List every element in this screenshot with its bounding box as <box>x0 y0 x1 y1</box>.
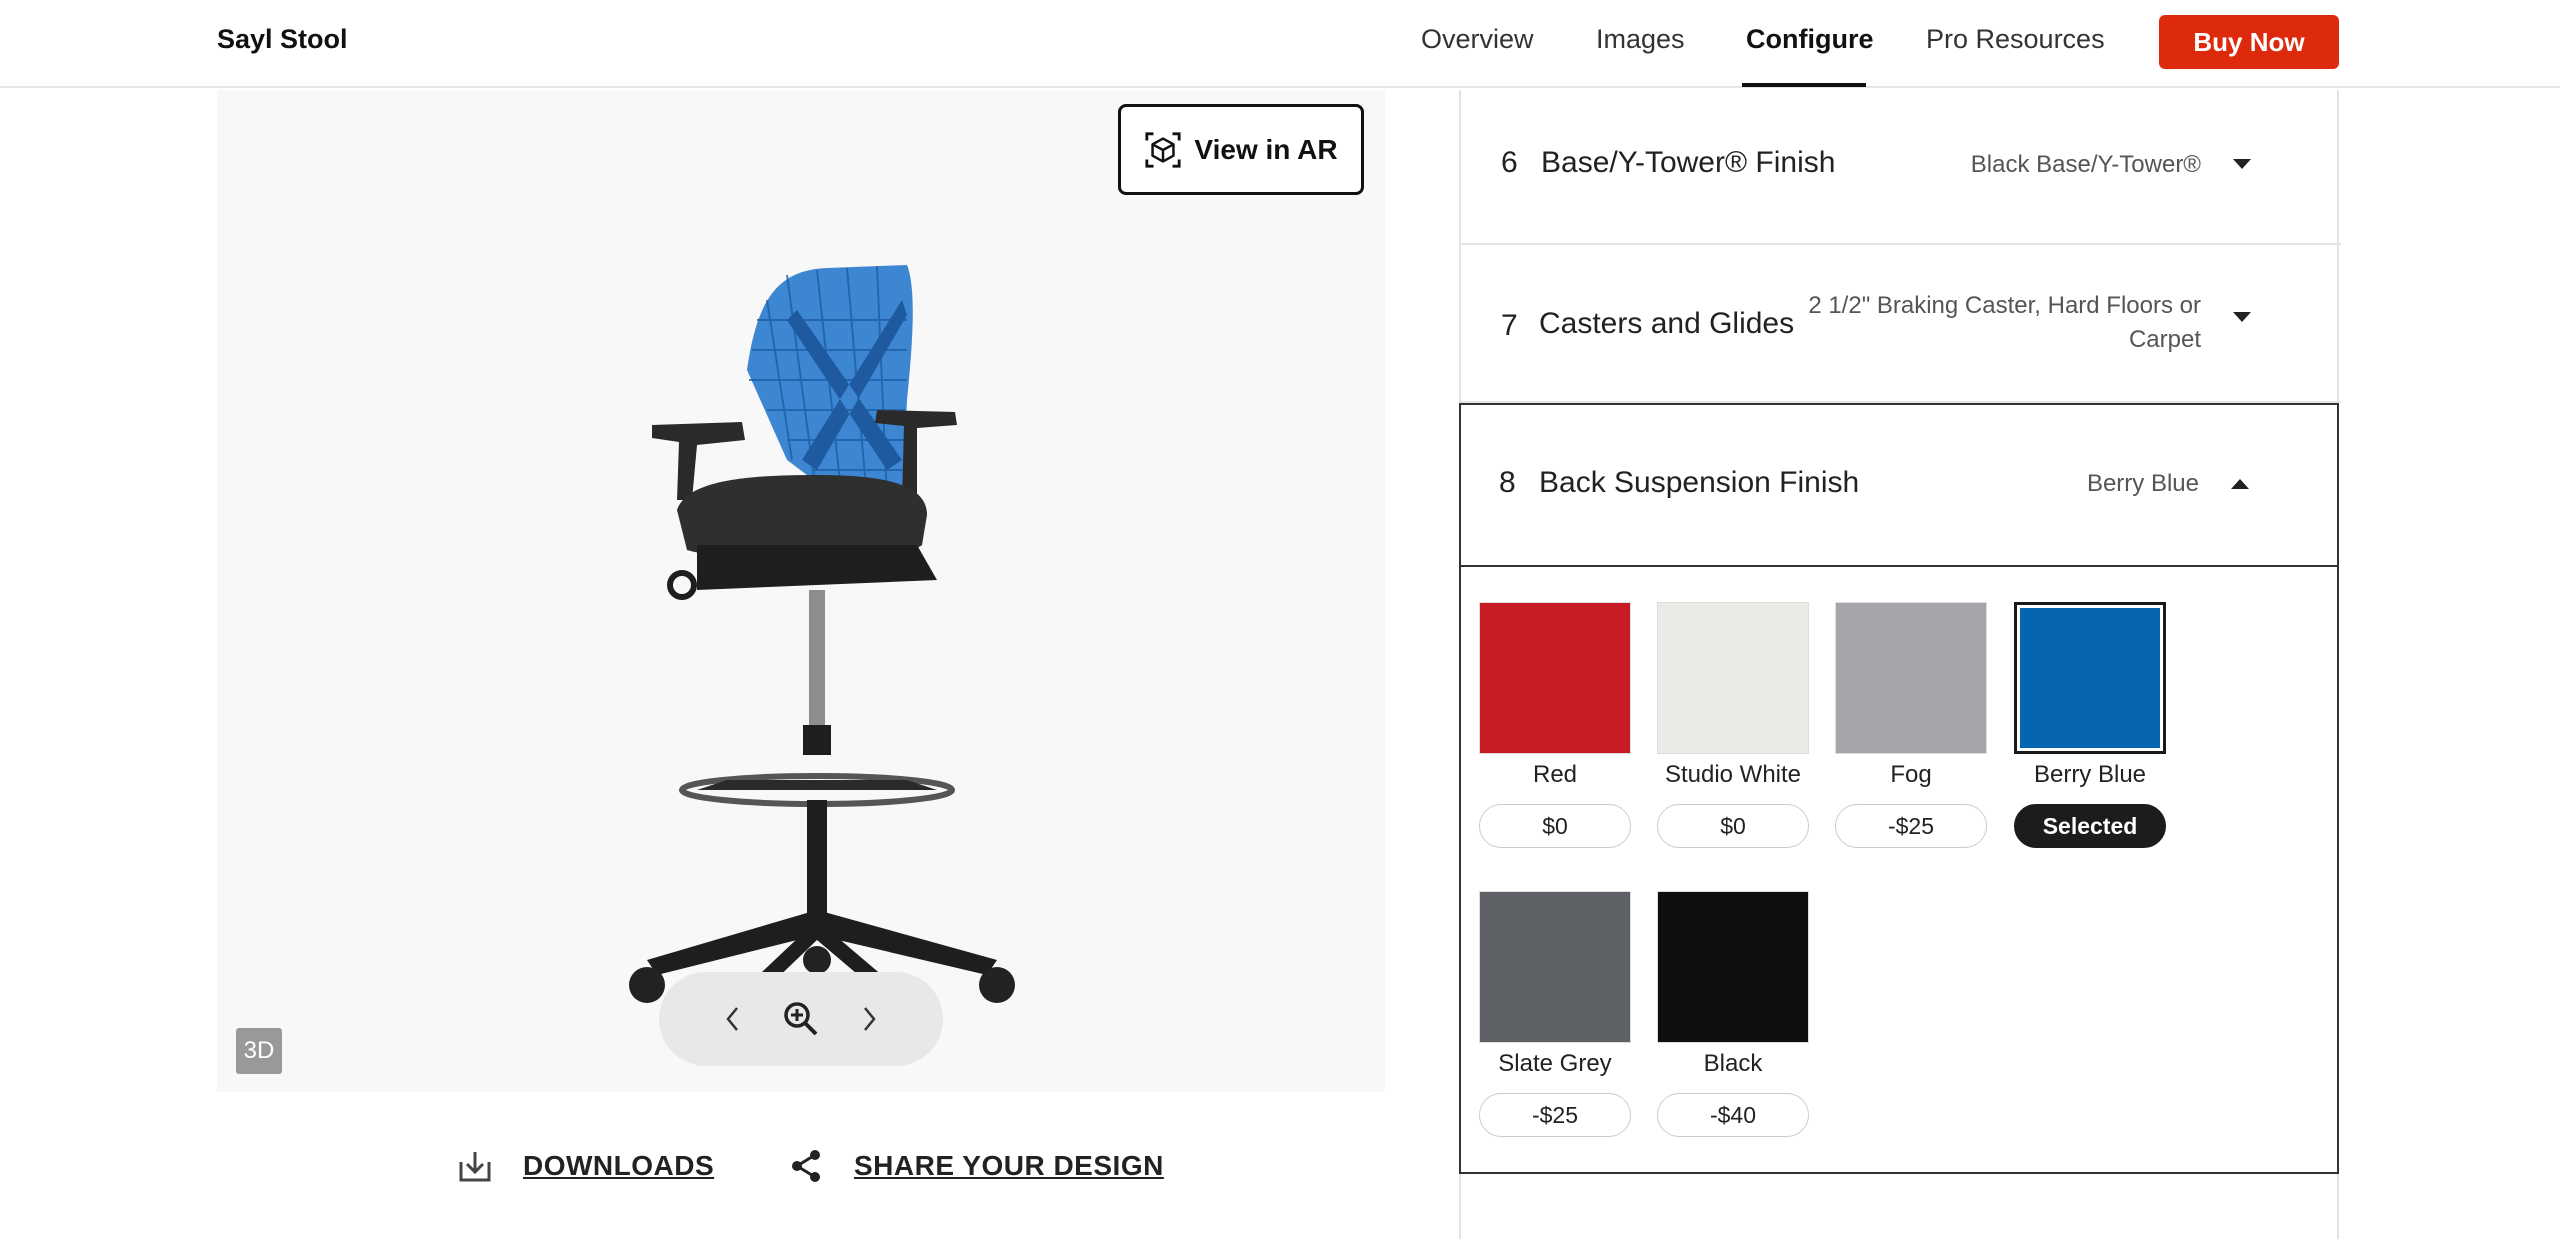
option-row-casters[interactable]: 7 Casters and Glides 2 1/2" Braking Cast… <box>1461 245 2341 403</box>
swatch-price: $0 <box>1479 804 1631 848</box>
caret-down-icon[interactable] <box>2233 312 2251 322</box>
3d-badge[interactable]: 3D <box>236 1028 282 1074</box>
download-icon <box>459 1152 491 1182</box>
swatch-chip[interactable] <box>1479 602 1631 754</box>
swatch-fill <box>2020 608 2160 748</box>
swatch-price: -$25 <box>1835 804 1987 848</box>
swatch-name: Black <box>1703 1050 1763 1077</box>
option-value: Berry Blue <box>2086 470 2199 497</box>
viewer-controls <box>659 972 943 1066</box>
swatch-name: Studio White <box>1664 761 1802 788</box>
product-name: Sayl Stool <box>217 24 348 54</box>
option-value: Black Base/Y-Tower® <box>1970 151 2201 178</box>
option-title: Base/Y-Tower® Finish <box>1541 146 1836 179</box>
chevron-right-icon[interactable] <box>849 999 889 1039</box>
tab-images[interactable]: Images <box>1596 24 1685 55</box>
zoom-in-icon[interactable] <box>781 999 821 1039</box>
swatch-red[interactable]: Red $0 <box>1479 602 1631 848</box>
swatch-name: Slate Grey <box>1498 1050 1612 1077</box>
tab-configure[interactable]: Configure <box>1746 24 1874 55</box>
share-design-label: SHARE YOUR DESIGN <box>854 1150 1164 1181</box>
option-title: Back Suspension Finish <box>1539 466 1860 499</box>
swatch-price: -$40 <box>1657 1093 1809 1137</box>
ar-cube-icon <box>1145 131 1181 168</box>
option-title: Casters and Glides <box>1539 307 1795 340</box>
active-tab-indicator <box>1742 83 1866 87</box>
tab-pro-resources[interactable]: Pro Resources <box>1926 24 2105 55</box>
swatch-name: Red <box>1532 761 1578 788</box>
sayl-stool-image <box>629 265 1015 1030</box>
swatch-price: -$25 <box>1479 1093 1631 1137</box>
swatch-chip[interactable] <box>1657 891 1809 1043</box>
option-number: 7 <box>1501 309 1518 342</box>
swatch-fog[interactable]: Fog -$25 <box>1835 602 1987 848</box>
option-row-back-suspension: 8 Back Suspension Finish Berry Blue Red … <box>1459 403 2339 1174</box>
option-number: 8 <box>1499 466 1516 499</box>
view-in-ar-button[interactable]: View in AR <box>1118 104 1364 195</box>
downloads-link[interactable]: DOWNLOADS <box>457 1148 714 1184</box>
buy-now-button[interactable]: Buy Now <box>2159 15 2339 69</box>
swatch-black[interactable]: Black -$40 <box>1657 891 1809 1137</box>
option-value-line: Carpet <box>2128 326 2201 353</box>
chevron-left-icon[interactable] <box>713 999 753 1039</box>
option-value-line: 2 1/2" Braking Caster, Hard Floors or <box>1808 292 2201 319</box>
option-row-base-finish[interactable]: 6 Base/Y-Tower® Finish Black Base/Y-Towe… <box>1461 90 2341 245</box>
share-design-link[interactable]: SHARE YOUR DESIGN <box>788 1148 1164 1184</box>
swatch-chip[interactable] <box>1835 602 1987 754</box>
tab-overview[interactable]: Overview <box>1421 24 1534 55</box>
caret-down-icon[interactable] <box>2233 159 2251 169</box>
product-viewer[interactable]: View in AR 3D <box>217 90 1385 1092</box>
swatch-berry-blue[interactable]: Berry Blue Selected <box>2014 602 2166 848</box>
swatch-studio-white[interactable]: Studio White $0 <box>1657 602 1809 848</box>
swatch-name: Fog <box>1890 761 1932 788</box>
swatch-slate-grey[interactable]: Slate Grey -$25 <box>1479 891 1631 1137</box>
downloads-label: DOWNLOADS <box>523 1150 715 1181</box>
swatch-chip[interactable] <box>1657 602 1809 754</box>
option-value: 2 1/2" Braking Caster, Hard Floors or Ca… <box>1808 289 2201 357</box>
share-icon <box>792 1150 820 1182</box>
option-number: 6 <box>1501 146 1518 179</box>
ar-button-label: View in AR <box>1194 133 1338 165</box>
swatch-name: Berry Blue <box>2033 761 2147 788</box>
swatch-chip[interactable] <box>1479 891 1631 1043</box>
option-header[interactable]: 8 Back Suspension Finish Berry Blue <box>1461 405 2337 567</box>
swatch-chip-selected[interactable] <box>2014 602 2166 754</box>
top-nav-bar: Sayl Stool Overview Images Configure Pro… <box>0 0 2560 88</box>
swatch-price: $0 <box>1657 804 1809 848</box>
caret-up-icon[interactable] <box>2231 479 2249 489</box>
selected-badge: Selected <box>2014 804 2166 848</box>
